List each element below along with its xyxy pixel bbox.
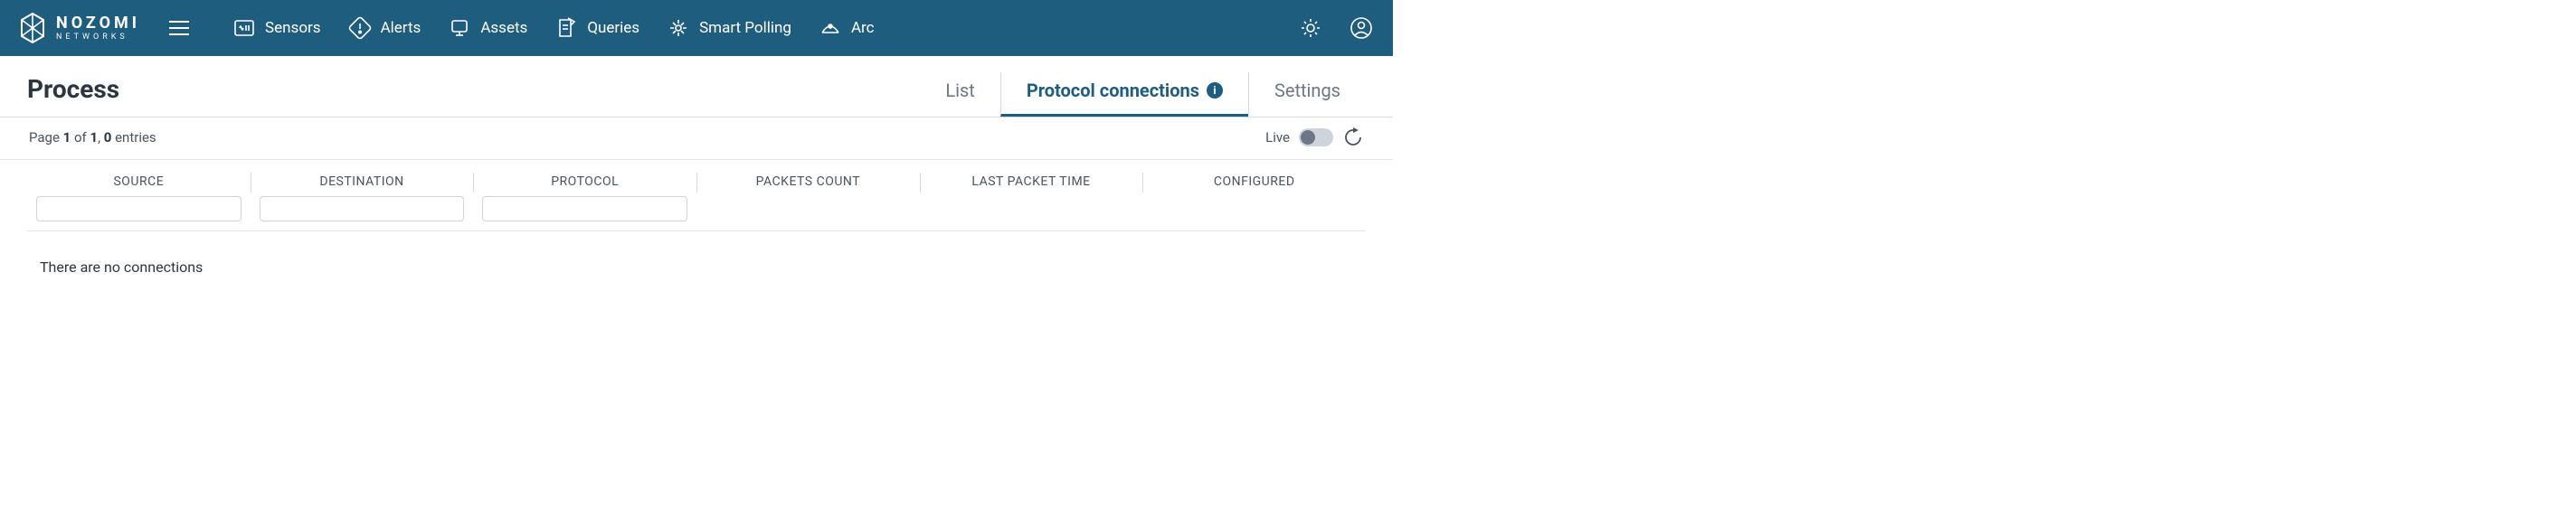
col-destination: DESTINATION xyxy=(251,167,474,221)
col-source-label: SOURCE xyxy=(36,174,242,196)
nav-alerts[interactable]: Alerts xyxy=(345,11,425,45)
nav-queries[interactable]: Queries xyxy=(551,11,643,45)
menu-toggle[interactable] xyxy=(166,17,193,39)
col-packets-label: PACKETS COUNT xyxy=(706,174,911,196)
user-icon xyxy=(1350,16,1373,40)
sensors-icon xyxy=(232,16,256,40)
refresh-icon[interactable] xyxy=(1342,127,1364,148)
assets-icon xyxy=(448,16,471,40)
queries-icon xyxy=(554,16,578,40)
col-destination-label: DESTINATION xyxy=(260,174,465,196)
table-header: SOURCE DESTINATION PROTOCOL PACKETS COUN… xyxy=(27,167,1366,231)
col-packets-count: PACKETS COUNT xyxy=(696,167,920,221)
top-nav: NOZOMI NETWORKS Sensors Alerts Assets xyxy=(0,0,1393,56)
col-configured: CONFIGURED xyxy=(1142,167,1366,221)
col-source: SOURCE xyxy=(27,167,251,221)
nav-queries-label: Queries xyxy=(587,19,639,37)
filter-source-input[interactable] xyxy=(36,196,242,221)
filter-destination-input[interactable] xyxy=(260,196,465,221)
nozomi-logo-icon xyxy=(16,12,49,44)
page-title: Process xyxy=(27,74,920,117)
table: SOURCE DESTINATION PROTOCOL PACKETS COUN… xyxy=(0,160,1393,310)
empty-state-message: There are no connections xyxy=(27,231,1366,285)
arc-icon xyxy=(819,16,842,40)
col-protocol: PROTOCOL xyxy=(473,167,696,221)
page-header: Process List Protocol connections i Sett… xyxy=(0,56,1393,118)
nav-alerts-label: Alerts xyxy=(381,19,421,37)
brand-logo[interactable]: NOZOMI NETWORKS xyxy=(16,12,140,44)
sub-row: Page 1 of 1, 0 entries Live xyxy=(0,118,1393,160)
tab-list-label: List xyxy=(945,80,975,101)
col-configured-label: CONFIGURED xyxy=(1151,174,1357,196)
brand-name: NOZOMI xyxy=(56,15,140,32)
col-protocol-label: PROTOCOL xyxy=(482,174,687,196)
filter-protocol-input[interactable] xyxy=(482,196,687,221)
nav-arc[interactable]: Arc xyxy=(815,11,878,45)
nav-sensors-label: Sensors xyxy=(265,19,321,37)
live-controls: Live xyxy=(1265,127,1364,148)
nav-smart-polling[interactable]: Smart Polling xyxy=(663,11,795,45)
tab-list[interactable]: List xyxy=(920,72,1000,117)
info-icon[interactable]: i xyxy=(1207,82,1223,99)
smart-polling-icon xyxy=(667,16,690,40)
nav-assets[interactable]: Assets xyxy=(444,11,531,45)
tab-settings-label: Settings xyxy=(1274,80,1340,101)
nav-arc-label: Arc xyxy=(851,19,875,37)
tab-protocol-connections[interactable]: Protocol connections i xyxy=(1000,72,1248,117)
pagination-info: Page 1 of 1, 0 entries xyxy=(29,129,1265,146)
brand-subname: NETWORKS xyxy=(56,33,140,42)
col-lastpkt-label: LAST PACKET TIME xyxy=(929,174,1134,196)
nav-sensors[interactable]: Sensors xyxy=(229,11,325,45)
tab-proto-label: Protocol connections xyxy=(1027,80,1199,101)
alerts-icon xyxy=(348,16,372,40)
tab-settings[interactable]: Settings xyxy=(1248,72,1366,117)
gear-icon xyxy=(1299,16,1322,40)
nav-smart-polling-label: Smart Polling xyxy=(699,19,791,37)
live-label: Live xyxy=(1265,129,1290,146)
tabs: List Protocol connections i Settings xyxy=(920,72,1366,117)
col-last-packet-time: LAST PACKET TIME xyxy=(920,167,1143,221)
nav-assets-label: Assets xyxy=(480,19,527,37)
live-toggle[interactable] xyxy=(1299,128,1333,146)
settings-button[interactable] xyxy=(1295,13,1326,43)
user-button[interactable] xyxy=(1346,13,1377,43)
